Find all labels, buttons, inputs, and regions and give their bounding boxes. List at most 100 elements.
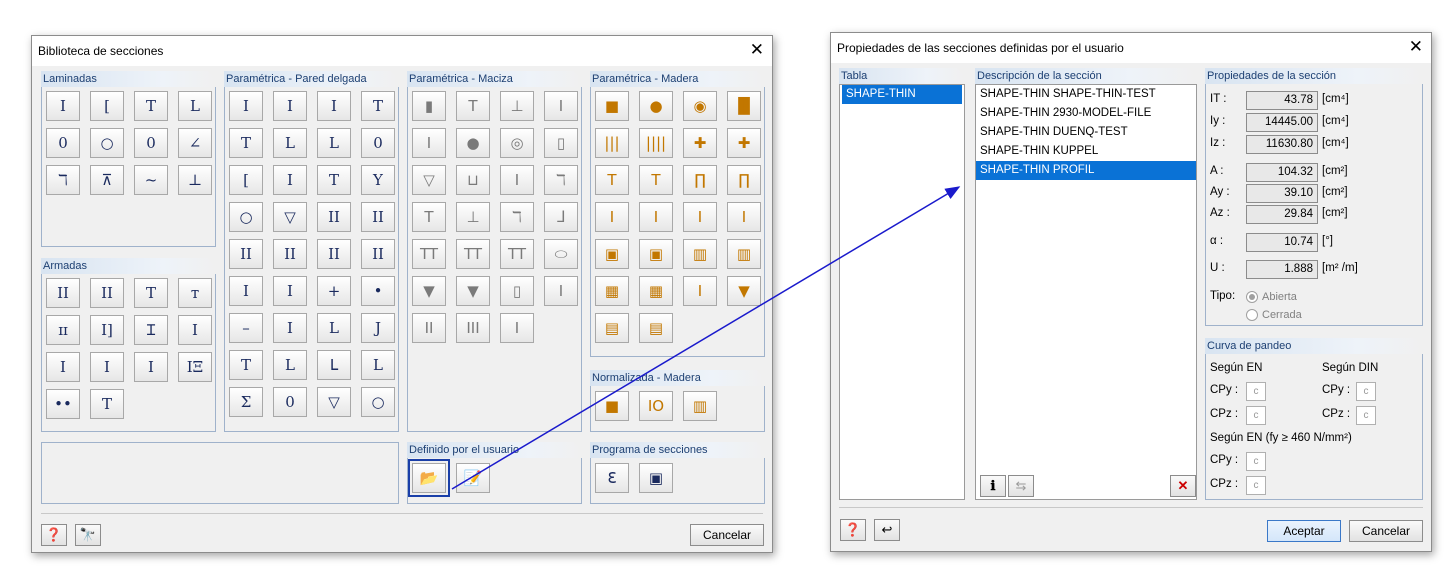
pared_delgada-section-button[interactable]: I [273,165,307,195]
laminadas-section-button[interactable]: [ [90,91,124,121]
madera-section-button[interactable]: ✚ [727,128,761,158]
madera-section-button[interactable]: ▤ [595,313,629,343]
pared_delgada-section-button[interactable]: T [229,350,263,380]
pared_delgada-section-button[interactable]: T [361,91,395,121]
programa-section-button[interactable]: ℇ [595,463,629,493]
armadas-section-button[interactable]: •• [46,389,80,419]
pared_delgada-section-button[interactable]: ᒪ [317,350,351,380]
maciza-section-button[interactable]: ᒧ [544,202,578,232]
pared_delgada-section-button[interactable]: II [317,239,351,269]
maciza-section-button[interactable]: ⬭ [544,239,578,269]
list-item[interactable]: SHAPE-THIN [842,85,962,104]
help-icon[interactable]: ❓ [41,524,67,546]
pared_delgada-section-button[interactable]: ▽ [273,202,307,232]
maciza-section-button[interactable]: II [412,313,446,343]
normalizada-section-button[interactable]: ■ [595,391,629,421]
maciza-section-button[interactable]: ⊥ [456,202,490,232]
laminadas-section-button[interactable]: L [178,91,212,121]
madera-section-button[interactable]: ▤ [639,313,673,343]
maciza-section-button[interactable]: ℸ [544,165,578,195]
madera-section-button[interactable]: ▣ [595,239,629,269]
madera-section-button[interactable]: |||| [639,128,673,158]
maciza-section-button[interactable]: ▽ [412,165,446,195]
info-icon[interactable]: ℹ [980,475,1006,497]
armadas-section-button[interactable]: I [134,352,168,382]
maciza-section-button[interactable]: ⊔ [456,165,490,195]
cpz-fy-field[interactable]: c [1246,476,1266,495]
laminadas-section-button[interactable]: ⊥ [178,165,212,195]
maciza-section-button[interactable]: TT [412,239,446,269]
madera-section-button[interactable]: ▣ [639,239,673,269]
close-icon[interactable]: ✕ [750,40,764,60]
list-item[interactable]: SHAPE-THIN SHAPE-THIN-TEST [976,85,1196,104]
madera-section-button[interactable]: ■ [595,91,629,121]
laminadas-section-button[interactable]: ○ [90,128,124,158]
normalizada-section-button[interactable]: IO [639,391,673,421]
pared_delgada-section-button[interactable]: T [229,128,263,158]
maciza-section-button[interactable]: ▯ [544,128,578,158]
pared_delgada-section-button[interactable]: ○ [229,202,263,232]
madera-section-button[interactable]: ▐▌ [727,91,761,121]
pared_delgada-section-button[interactable]: T [317,165,351,195]
maciza-section-button[interactable]: I [544,276,578,306]
pared_delgada-section-button[interactable]: – [229,313,263,343]
pared_delgada-section-button[interactable]: L [317,313,351,343]
armadas-section-button[interactable]: I [46,352,80,382]
pared_delgada-section-button[interactable]: I [273,91,307,121]
madera-section-button[interactable]: T [595,165,629,195]
pared_delgada-section-button[interactable]: 0 [361,128,395,158]
armadas-section-button[interactable]: ᴛ [178,278,212,308]
maciza-section-button[interactable]: I [544,91,578,121]
maciza-section-button[interactable]: I [500,165,534,195]
back-icon[interactable]: ↩ [874,519,900,541]
maciza-section-button[interactable]: III [456,313,490,343]
maciza-section-button[interactable]: ◎ [500,128,534,158]
madera-section-button[interactable]: ◉ [683,91,717,121]
pared_delgada-section-button[interactable]: J [361,313,395,343]
pared_delgada-section-button[interactable]: + [317,276,351,306]
armadas-section-button[interactable]: I [90,352,124,382]
armadas-section-button[interactable]: I] [90,315,124,345]
armadas-section-button[interactable]: II [46,278,80,308]
pared_delgada-section-button[interactable]: I [317,91,351,121]
maciza-section-button[interactable]: ● [456,128,490,158]
madera-section-button[interactable]: ∏ [727,165,761,195]
pared_delgada-section-button[interactable]: II [229,239,263,269]
radio-cerrada[interactable] [1246,309,1258,321]
armadas-section-button[interactable]: II [90,278,124,308]
cancel-button[interactable]: Cancelar [690,524,764,546]
madera-section-button[interactable]: ▼ [727,276,761,306]
laminadas-section-button[interactable]: 0 [46,128,80,158]
maciza-section-button[interactable]: ▮ [412,91,446,121]
cpy-en-field[interactable]: c [1246,382,1266,401]
pared_delgada-section-button[interactable]: L [361,350,395,380]
laminadas-section-button[interactable]: T [134,91,168,121]
maciza-section-button[interactable]: TT [456,239,490,269]
armadas-section-button[interactable]: T [90,389,124,419]
pared_delgada-section-button[interactable]: • [361,276,395,306]
laminadas-section-button[interactable]: ~ [134,165,168,195]
import-icon[interactable]: ⇆ [1008,475,1034,497]
pared_delgada-section-button[interactable]: II [273,239,307,269]
maciza-section-button[interactable]: ▼ [412,276,446,306]
normalizada-section-button[interactable]: ▥ [683,391,717,421]
maciza-section-button[interactable]: ⊥ [500,91,534,121]
binoculars-icon[interactable]: 🔭 [75,524,101,546]
armadas-section-button[interactable]: T [134,278,168,308]
list-item[interactable]: SHAPE-THIN DUENQ-TEST [976,123,1196,142]
pared_delgada-section-button[interactable]: 0 [273,387,307,417]
pared_delgada-section-button[interactable]: II [361,202,395,232]
armadas-section-button[interactable]: ɪɪ [46,315,80,345]
maciza-section-button[interactable]: I [412,128,446,158]
pared_delgada-section-button[interactable]: I [273,276,307,306]
pared_delgada-section-button[interactable]: Σ [229,387,263,417]
laminadas-section-button[interactable]: ℸ [46,165,80,195]
pared_delgada-section-button[interactable]: ▽ [317,387,351,417]
cancel-button[interactable]: Cancelar [1349,520,1423,542]
definido-section-button[interactable]: 📝 [456,463,490,493]
cpz-din-field[interactable]: c [1356,406,1376,425]
madera-section-button[interactable]: ▥ [727,239,761,269]
madera-section-button[interactable]: ∏ [683,165,717,195]
maciza-section-button[interactable]: ▼ [456,276,490,306]
maciza-section-button[interactable]: T [456,91,490,121]
